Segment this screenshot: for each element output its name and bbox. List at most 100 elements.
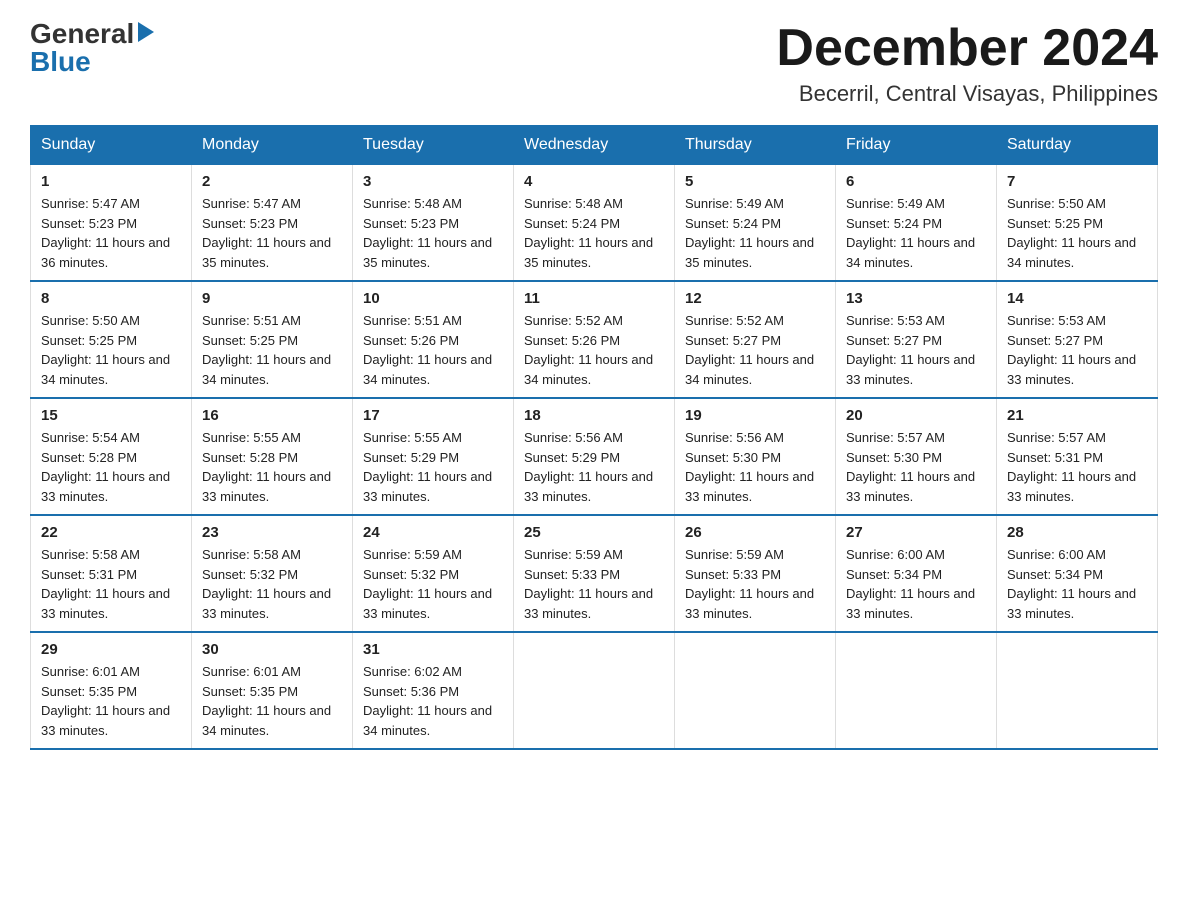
day-info: Sunrise: 5:54 AMSunset: 5:28 PMDaylight:… [41, 430, 170, 504]
calendar-cell: 21 Sunrise: 5:57 AMSunset: 5:31 PMDaylig… [997, 398, 1158, 515]
logo-general-text: General [30, 20, 134, 48]
calendar-cell: 9 Sunrise: 5:51 AMSunset: 5:25 PMDayligh… [192, 281, 353, 398]
day-info: Sunrise: 5:59 AMSunset: 5:33 PMDaylight:… [685, 547, 814, 621]
day-info: Sunrise: 5:47 AMSunset: 5:23 PMDaylight:… [202, 196, 331, 270]
day-info: Sunrise: 5:49 AMSunset: 5:24 PMDaylight:… [846, 196, 975, 270]
day-number: 5 [685, 173, 825, 190]
logo: General Blue [30, 20, 154, 76]
day-number: 23 [202, 524, 342, 541]
day-number: 13 [846, 290, 986, 307]
calendar-cell: 24 Sunrise: 5:59 AMSunset: 5:32 PMDaylig… [353, 515, 514, 632]
weekday-header-sunday: Sunday [31, 126, 192, 165]
day-info: Sunrise: 5:51 AMSunset: 5:25 PMDaylight:… [202, 313, 331, 387]
calendar-table: SundayMondayTuesdayWednesdayThursdayFrid… [30, 125, 1158, 750]
day-info: Sunrise: 5:57 AMSunset: 5:30 PMDaylight:… [846, 430, 975, 504]
day-info: Sunrise: 5:57 AMSunset: 5:31 PMDaylight:… [1007, 430, 1136, 504]
day-number: 7 [1007, 173, 1147, 190]
day-number: 29 [41, 641, 181, 658]
day-number: 15 [41, 407, 181, 424]
calendar-cell: 1 Sunrise: 5:47 AMSunset: 5:23 PMDayligh… [31, 165, 192, 282]
day-info: Sunrise: 5:48 AMSunset: 5:24 PMDaylight:… [524, 196, 653, 270]
day-number: 26 [685, 524, 825, 541]
day-number: 16 [202, 407, 342, 424]
day-info: Sunrise: 6:01 AMSunset: 5:35 PMDaylight:… [41, 664, 170, 738]
calendar-cell: 29 Sunrise: 6:01 AMSunset: 5:35 PMDaylig… [31, 632, 192, 749]
day-number: 9 [202, 290, 342, 307]
day-number: 2 [202, 173, 342, 190]
calendar-cell: 11 Sunrise: 5:52 AMSunset: 5:26 PMDaylig… [514, 281, 675, 398]
calendar-cell: 14 Sunrise: 5:53 AMSunset: 5:27 PMDaylig… [997, 281, 1158, 398]
calendar-week-row: 29 Sunrise: 6:01 AMSunset: 5:35 PMDaylig… [31, 632, 1158, 749]
calendar-week-row: 8 Sunrise: 5:50 AMSunset: 5:25 PMDayligh… [31, 281, 1158, 398]
location-title: Becerril, Central Visayas, Philippines [776, 81, 1158, 107]
day-info: Sunrise: 5:59 AMSunset: 5:32 PMDaylight:… [363, 547, 492, 621]
day-number: 28 [1007, 524, 1147, 541]
calendar-cell: 8 Sunrise: 5:50 AMSunset: 5:25 PMDayligh… [31, 281, 192, 398]
day-info: Sunrise: 5:47 AMSunset: 5:23 PMDaylight:… [41, 196, 170, 270]
day-info: Sunrise: 6:00 AMSunset: 5:34 PMDaylight:… [1007, 547, 1136, 621]
weekday-header-friday: Friday [836, 126, 997, 165]
calendar-cell [997, 632, 1158, 749]
calendar-cell: 15 Sunrise: 5:54 AMSunset: 5:28 PMDaylig… [31, 398, 192, 515]
day-info: Sunrise: 6:00 AMSunset: 5:34 PMDaylight:… [846, 547, 975, 621]
calendar-cell: 28 Sunrise: 6:00 AMSunset: 5:34 PMDaylig… [997, 515, 1158, 632]
day-info: Sunrise: 5:51 AMSunset: 5:26 PMDaylight:… [363, 313, 492, 387]
day-number: 11 [524, 290, 664, 307]
day-info: Sunrise: 5:50 AMSunset: 5:25 PMDaylight:… [1007, 196, 1136, 270]
day-info: Sunrise: 5:59 AMSunset: 5:33 PMDaylight:… [524, 547, 653, 621]
day-number: 19 [685, 407, 825, 424]
day-number: 10 [363, 290, 503, 307]
title-area: December 2024 Becerril, Central Visayas,… [776, 20, 1158, 107]
calendar-cell: 6 Sunrise: 5:49 AMSunset: 5:24 PMDayligh… [836, 165, 997, 282]
day-info: Sunrise: 6:02 AMSunset: 5:36 PMDaylight:… [363, 664, 492, 738]
calendar-cell: 26 Sunrise: 5:59 AMSunset: 5:33 PMDaylig… [675, 515, 836, 632]
calendar-cell [514, 632, 675, 749]
calendar-cell: 27 Sunrise: 6:00 AMSunset: 5:34 PMDaylig… [836, 515, 997, 632]
calendar-cell: 18 Sunrise: 5:56 AMSunset: 5:29 PMDaylig… [514, 398, 675, 515]
calendar-cell: 5 Sunrise: 5:49 AMSunset: 5:24 PMDayligh… [675, 165, 836, 282]
day-number: 4 [524, 173, 664, 190]
day-number: 1 [41, 173, 181, 190]
calendar-cell: 16 Sunrise: 5:55 AMSunset: 5:28 PMDaylig… [192, 398, 353, 515]
day-info: Sunrise: 5:52 AMSunset: 5:26 PMDaylight:… [524, 313, 653, 387]
calendar-cell [675, 632, 836, 749]
day-number: 24 [363, 524, 503, 541]
day-number: 6 [846, 173, 986, 190]
day-info: Sunrise: 5:56 AMSunset: 5:29 PMDaylight:… [524, 430, 653, 504]
day-info: Sunrise: 5:58 AMSunset: 5:32 PMDaylight:… [202, 547, 331, 621]
logo-arrow-icon [138, 22, 154, 42]
calendar-cell: 3 Sunrise: 5:48 AMSunset: 5:23 PMDayligh… [353, 165, 514, 282]
calendar-cell: 20 Sunrise: 5:57 AMSunset: 5:30 PMDaylig… [836, 398, 997, 515]
calendar-cell: 19 Sunrise: 5:56 AMSunset: 5:30 PMDaylig… [675, 398, 836, 515]
calendar-cell: 12 Sunrise: 5:52 AMSunset: 5:27 PMDaylig… [675, 281, 836, 398]
calendar-cell: 23 Sunrise: 5:58 AMSunset: 5:32 PMDaylig… [192, 515, 353, 632]
day-info: Sunrise: 5:55 AMSunset: 5:28 PMDaylight:… [202, 430, 331, 504]
day-number: 21 [1007, 407, 1147, 424]
calendar-cell [836, 632, 997, 749]
day-number: 8 [41, 290, 181, 307]
day-info: Sunrise: 5:53 AMSunset: 5:27 PMDaylight:… [846, 313, 975, 387]
page-header: General Blue December 2024 Becerril, Cen… [30, 20, 1158, 107]
calendar-cell: 4 Sunrise: 5:48 AMSunset: 5:24 PMDayligh… [514, 165, 675, 282]
logo-blue-text: Blue [30, 48, 91, 76]
day-number: 27 [846, 524, 986, 541]
calendar-week-row: 1 Sunrise: 5:47 AMSunset: 5:23 PMDayligh… [31, 165, 1158, 282]
day-number: 22 [41, 524, 181, 541]
day-number: 25 [524, 524, 664, 541]
day-info: Sunrise: 5:56 AMSunset: 5:30 PMDaylight:… [685, 430, 814, 504]
calendar-cell: 10 Sunrise: 5:51 AMSunset: 5:26 PMDaylig… [353, 281, 514, 398]
calendar-cell: 31 Sunrise: 6:02 AMSunset: 5:36 PMDaylig… [353, 632, 514, 749]
day-info: Sunrise: 5:58 AMSunset: 5:31 PMDaylight:… [41, 547, 170, 621]
day-number: 31 [363, 641, 503, 658]
day-info: Sunrise: 5:52 AMSunset: 5:27 PMDaylight:… [685, 313, 814, 387]
weekday-header-monday: Monday [192, 126, 353, 165]
day-number: 18 [524, 407, 664, 424]
day-info: Sunrise: 5:49 AMSunset: 5:24 PMDaylight:… [685, 196, 814, 270]
day-info: Sunrise: 5:55 AMSunset: 5:29 PMDaylight:… [363, 430, 492, 504]
weekday-header-tuesday: Tuesday [353, 126, 514, 165]
calendar-cell: 17 Sunrise: 5:55 AMSunset: 5:29 PMDaylig… [353, 398, 514, 515]
day-number: 17 [363, 407, 503, 424]
month-title: December 2024 [776, 20, 1158, 77]
weekday-header-thursday: Thursday [675, 126, 836, 165]
weekday-header-saturday: Saturday [997, 126, 1158, 165]
